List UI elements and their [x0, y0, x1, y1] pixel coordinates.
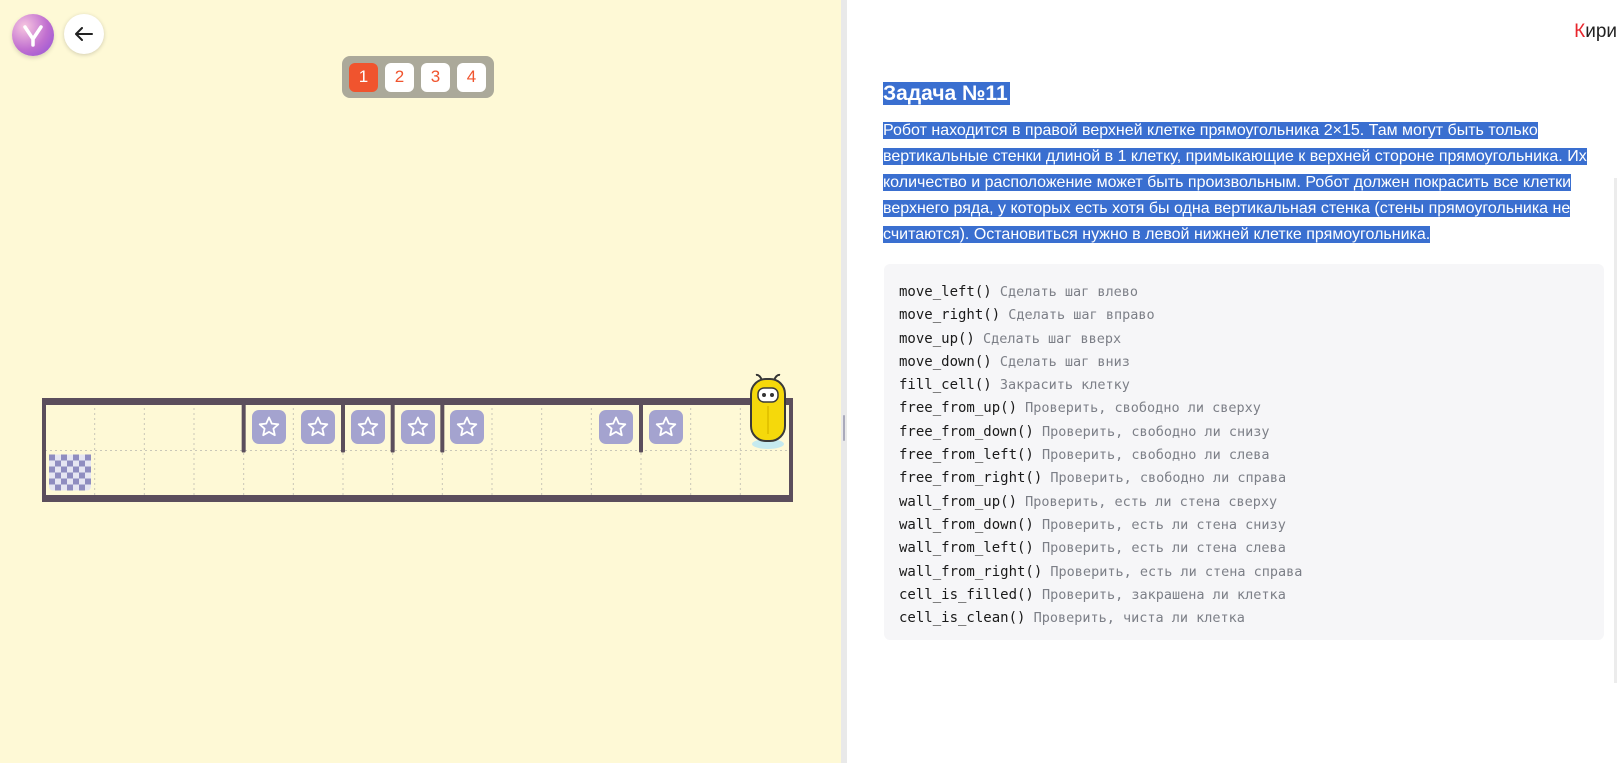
command-description: Проверить, есть ли стена слева — [1033, 540, 1286, 557]
star-icon — [450, 409, 485, 444]
command-item: cell_is_filled() Проверить, закрашена ли… — [899, 584, 1604, 607]
star-icon — [599, 409, 634, 444]
command-item: free_from_right() Проверить, свободно ли… — [899, 467, 1604, 490]
command-name: move_down() — [899, 353, 992, 370]
back-button[interactable] — [64, 14, 104, 54]
task-title: Задача №11 — [883, 82, 1010, 105]
command-description: Сделать шаг вниз — [991, 353, 1130, 370]
command-item: move_left() Сделать шаг влево — [899, 281, 1604, 304]
vertical-wall — [639, 399, 643, 453]
command-item: wall_from_up() Проверить, есть ли стена … — [899, 491, 1604, 514]
command-description: Проверить, чиста ли клетка — [1025, 610, 1245, 627]
star-icon — [301, 409, 336, 444]
vertical-wall — [241, 399, 246, 453]
command-name: wall_from_right() — [899, 563, 1043, 580]
command-description: Проверить, свободно ли слева — [1033, 447, 1270, 464]
level-tab-4[interactable]: 4 — [457, 62, 486, 92]
level-tab-2[interactable]: 2 — [385, 62, 414, 92]
command-description: Сделать шаг вверх — [974, 330, 1122, 347]
command-description: Проверить, свободно ли сверху — [1017, 400, 1261, 417]
wall-top — [43, 398, 792, 405]
command-item: move_down() Сделать шаг вниз — [899, 351, 1604, 374]
command-item: cell_is_clean() Проверить, чиста ли клет… — [899, 607, 1604, 630]
command-item: move_right() Сделать шаг вправо — [899, 304, 1604, 327]
command-description: Проверить, закрашена ли клетка — [1033, 586, 1286, 603]
command-name: free_from_right() — [899, 470, 1043, 487]
task-description-line: верхнего ряда, у которых есть хотя бы од… — [883, 200, 1571, 217]
task-description-line: количество и расположение может быть про… — [883, 174, 1572, 191]
command-name: wall_from_up() — [899, 493, 1018, 510]
vertical-wall — [390, 399, 395, 453]
level-selector: 1 2 3 4 — [342, 56, 494, 98]
checkered-flag-icon — [49, 454, 91, 491]
robot-field — [41, 393, 795, 506]
star-icon — [648, 409, 683, 444]
level-tab-3[interactable]: 3 — [421, 62, 450, 92]
command-item: free_from_up() Проверить, свободно ли св… — [899, 397, 1604, 420]
vertical-wall — [341, 399, 345, 453]
command-description: Проверить, свободно ли справа — [1042, 470, 1287, 487]
command-name: move_up() — [899, 330, 975, 347]
command-item: free_from_down() Проверить, свободно ли … — [899, 421, 1604, 444]
command-description: Проверить, есть ли стена снизу — [1033, 516, 1286, 533]
logo-icon[interactable] — [12, 14, 54, 56]
command-name: wall_from_left() — [899, 540, 1034, 557]
user-name[interactable]: Кири — [1574, 21, 1617, 43]
command-name: cell_is_filled() — [899, 586, 1034, 603]
command-description: Проверить, есть ли стена сверху — [1017, 493, 1278, 510]
command-item: wall_from_down() Проверить, есть ли стен… — [899, 514, 1604, 537]
command-name: wall_from_down() — [899, 516, 1034, 533]
robot-icon — [750, 373, 786, 449]
command-description: Сделать шаг влево — [991, 284, 1139, 300]
command-name: free_from_up() — [899, 400, 1018, 417]
star-icon — [251, 409, 286, 444]
command-name: free_from_down() — [899, 423, 1034, 440]
task-description-line: вертикальные стенки длиной в 1 клетку, п… — [883, 148, 1587, 165]
command-item: move_up() Сделать шаг вверх — [899, 328, 1604, 351]
command-name: free_from_left() — [899, 447, 1034, 464]
command-description: Проверить, свободно ли снизу — [1033, 423, 1270, 440]
command-name: cell_is_clean() — [899, 610, 1026, 627]
command-name: move_right() — [899, 307, 1001, 324]
command-description: Проверить, есть ли стена справа — [1042, 563, 1303, 580]
divider-handle[interactable] — [843, 415, 845, 441]
command-item: fill_cell() Закрасить клетку — [899, 374, 1604, 397]
command-description: Сделать шаг вправо — [1000, 307, 1155, 324]
command-description: Закрасить клетку — [991, 377, 1130, 394]
command-name: fill_cell() — [899, 377, 992, 394]
command-reference: move_left() Сделать шаг влево move_right(… — [884, 264, 1604, 640]
game-pane: 1 2 3 4 — [0, 0, 841, 763]
star-icon — [400, 409, 435, 444]
vertical-wall — [440, 399, 445, 453]
arrow-left-icon — [75, 27, 93, 41]
task-description-line: считаются). Остановиться нужно в левой н… — [883, 226, 1431, 243]
task-description-line: Робот находится в правой верхней клетке … — [883, 122, 1538, 139]
command-item: free_from_left() Проверить, свободно ли … — [899, 444, 1604, 467]
wall-left — [42, 398, 46, 502]
wall-bottom — [43, 495, 792, 502]
command-item: wall_from_right() Проверить, есть ли сте… — [899, 561, 1604, 584]
task-pane: Кири Задача №11 Робот находится в правой… — [847, 0, 1617, 763]
command-item: wall_from_left() Проверить, есть ли стен… — [899, 537, 1604, 560]
star-icon — [350, 409, 385, 444]
command-name: move_left() — [899, 284, 992, 300]
task-description: Робот находится в правой верхней клетке … — [883, 118, 1608, 248]
level-tab-1[interactable]: 1 — [349, 62, 378, 92]
